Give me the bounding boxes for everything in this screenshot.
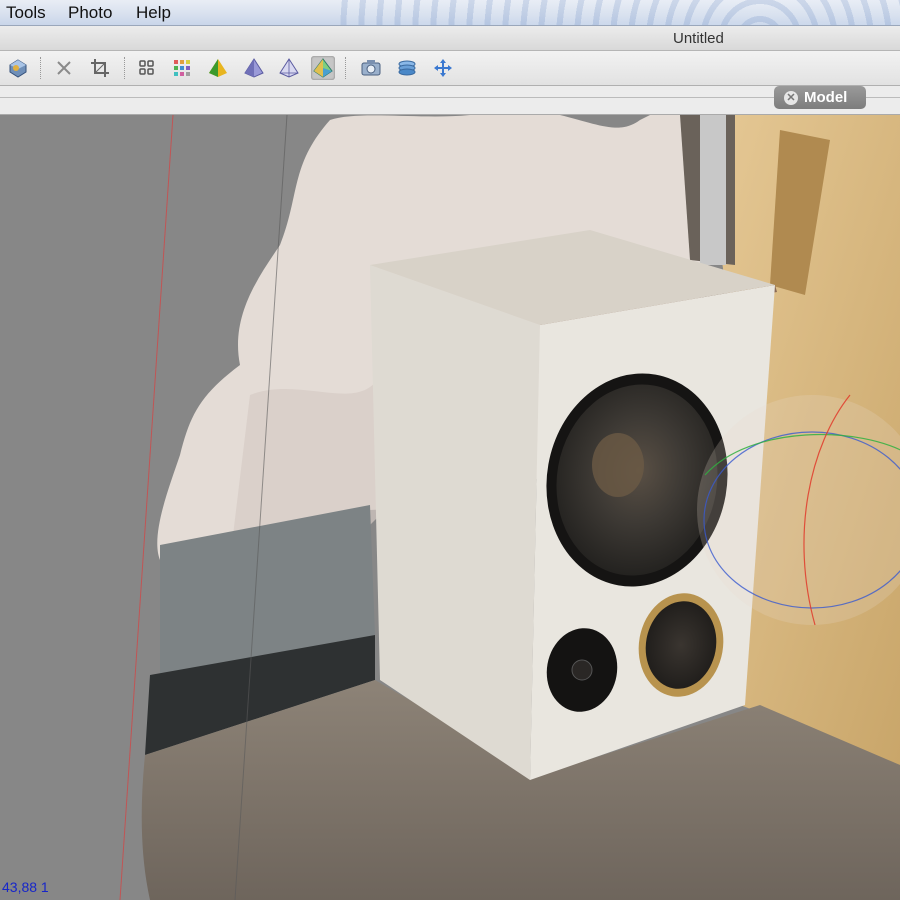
move-icon[interactable]: [431, 56, 455, 80]
close-tab-icon[interactable]: ✕: [784, 90, 798, 105]
menu-tools[interactable]: Tools: [6, 3, 46, 23]
woofer-dustcap: [592, 433, 644, 497]
solid-model-icon[interactable]: [242, 56, 266, 80]
tweeter-center: [571, 659, 593, 681]
toolbar-separator: [40, 57, 41, 79]
menu-bar: Tools Photo Help: [0, 0, 900, 26]
toolbar-separator: [345, 57, 346, 79]
crop-icon[interactable]: [88, 56, 112, 80]
toolbar-separator: [124, 57, 125, 79]
wireframe-model-icon[interactable]: [277, 56, 301, 80]
menu-help[interactable]: Help: [136, 3, 171, 23]
tab-bar-divider: [0, 97, 900, 98]
grid-small-icon[interactable]: [135, 56, 159, 80]
pipe: [700, 115, 726, 265]
tab-model-label: Model: [804, 89, 848, 106]
tab-model[interactable]: ✕ Model: [774, 86, 866, 109]
textured-model-icon[interactable]: [311, 56, 335, 80]
shaded-model-icon[interactable]: [206, 56, 230, 80]
menu-bar-background: [340, 0, 900, 25]
layers-icon[interactable]: [395, 56, 419, 80]
tab-bar: ✕ Model: [0, 86, 900, 115]
toolbar: [0, 51, 900, 86]
model-viewport[interactable]: 43,88 1: [0, 115, 900, 900]
navigation-icon[interactable]: [6, 56, 30, 80]
camera-icon[interactable]: [359, 56, 383, 80]
window-title-bar: Untitled: [0, 26, 900, 51]
grid-color-icon[interactable]: [170, 56, 194, 80]
close-icon[interactable]: [52, 56, 76, 80]
menu-photo[interactable]: Photo: [68, 3, 112, 23]
window-title: Untitled: [673, 30, 724, 47]
coordinate-readout: 43,88 1: [2, 879, 49, 895]
model-render: [119, 115, 900, 900]
